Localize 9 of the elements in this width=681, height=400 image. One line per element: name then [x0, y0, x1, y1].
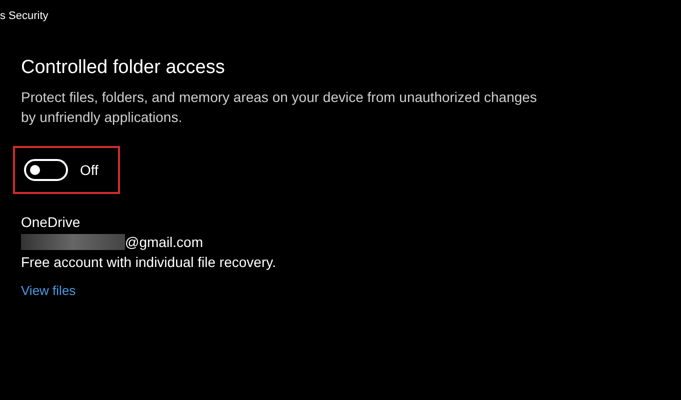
view-files-link[interactable]: View files	[21, 281, 76, 301]
account-note: Free account with individual file recovery.	[21, 253, 277, 272]
toggle-switch[interactable]	[24, 159, 68, 181]
section-heading: Controlled folder access	[21, 57, 226, 79]
window-title: s Security	[0, 9, 50, 24]
toggle-label: Off	[80, 162, 98, 178]
account-title: OneDrive	[21, 213, 82, 232]
section-description: Protect files, folders, and memory areas on your device from unauthorized changes by unfriendly applications.	[21, 88, 538, 127]
account-email: @gmail.com	[125, 233, 204, 252]
